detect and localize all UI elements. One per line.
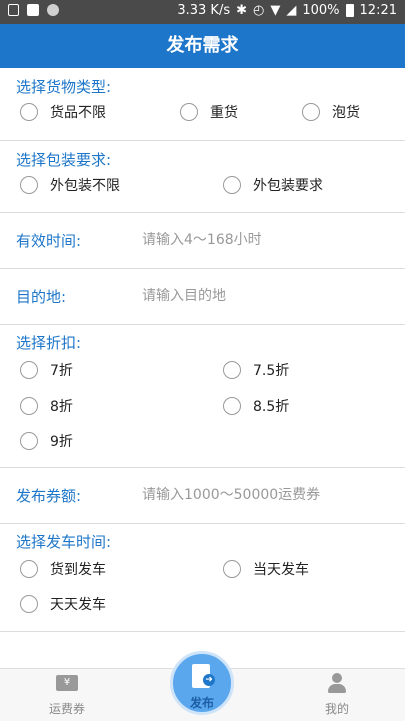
tab-mine-label: 我的: [324, 702, 349, 716]
battery-icon: [345, 4, 354, 17]
radio-discount-8-5[interactable]: 8.5折: [223, 396, 289, 416]
status-bar-right: 3.33 K/s ✱ ◴ ▼ ◢ 100% 12:21: [177, 3, 397, 18]
destination-input[interactable]: [142, 286, 382, 306]
radio-label: 外包装要求: [253, 178, 323, 194]
divider: [0, 631, 405, 632]
radio-circle[interactable]: [20, 432, 38, 450]
radio-label: 8折: [50, 399, 73, 415]
radio-label: 当天发车: [253, 562, 309, 578]
radio-circle[interactable]: [20, 595, 38, 613]
app-notification-icon: [47, 4, 59, 16]
person-icon-head: [332, 673, 342, 683]
radio-cargo-light[interactable]: 泡货: [302, 102, 360, 122]
bluetooth-icon: ✱: [236, 3, 248, 18]
publish-label: 发布: [189, 696, 214, 710]
radio-label: 天天发车: [50, 597, 106, 613]
status-bar: 3.33 K/s ✱ ◴ ▼ ◢ 100% 12:21: [0, 0, 405, 24]
network-speed: 3.33 K/s: [177, 3, 231, 18]
radio-circle[interactable]: [223, 397, 241, 415]
radio-circle[interactable]: [223, 560, 241, 578]
tab-coupon[interactable]: ¥ 运费券: [27, 669, 107, 721]
coupon-amount-label: 发布券额:: [16, 487, 82, 505]
status-bar-left: [8, 4, 59, 16]
radio-circle[interactable]: [20, 176, 38, 194]
radio-circle[interactable]: [302, 103, 320, 121]
divider: [0, 523, 405, 524]
signal-icon: ◢: [286, 3, 297, 18]
image-notification-icon: [27, 4, 39, 16]
radio-circle[interactable]: [180, 103, 198, 121]
radio-discount-7[interactable]: 7折: [20, 360, 73, 380]
radio-label: 外包装不限: [50, 178, 120, 194]
publish-button[interactable]: ➜ 发布: [170, 651, 234, 715]
radio-packaging-required[interactable]: 外包装要求: [223, 175, 323, 195]
coupon-amount-input[interactable]: [142, 485, 382, 505]
tab-mine[interactable]: 我的: [297, 669, 377, 721]
clock: 12:21: [359, 3, 397, 18]
radio-label: 9折: [50, 434, 73, 450]
radio-label: 重货: [210, 105, 238, 121]
radio-circle[interactable]: [20, 560, 38, 578]
radio-circle[interactable]: [20, 361, 38, 379]
radio-circle[interactable]: [20, 103, 38, 121]
person-icon-body: [328, 684, 346, 693]
packaging-title: 选择包装要求:: [16, 151, 112, 169]
radio-discount-7-5[interactable]: 7.5折: [223, 360, 289, 380]
radio-label: 泡货: [332, 105, 360, 121]
divider: [0, 140, 405, 141]
arrow-icon: ➜: [203, 674, 215, 686]
alarm-icon: ◴: [253, 3, 265, 18]
tab-coupon-label: 运费券: [48, 702, 85, 716]
battery-percent: 100%: [302, 3, 340, 18]
valid-time-input[interactable]: [142, 230, 382, 250]
person-icon: [328, 673, 346, 693]
radio-label: 7.5折: [253, 363, 290, 379]
radio-label: 8.5折: [253, 399, 290, 415]
valid-time-label: 有效时间:: [16, 232, 82, 250]
notification-icon: [8, 4, 19, 16]
page-title: 发布需求: [0, 24, 405, 68]
radio-label: 货品不限: [50, 105, 106, 121]
wifi-icon: ▼: [270, 3, 281, 18]
radio-departure-same-day[interactable]: 当天发车: [223, 559, 309, 579]
radio-circle[interactable]: [223, 176, 241, 194]
cargo-type-title: 选择货物类型:: [16, 78, 112, 96]
radio-cargo-heavy[interactable]: 重货: [180, 102, 238, 122]
divider: [0, 324, 405, 325]
radio-cargo-any[interactable]: 货品不限: [20, 102, 106, 122]
radio-discount-9[interactable]: 9折: [20, 431, 73, 451]
divider: [0, 268, 405, 269]
departure-time-title: 选择发车时间:: [16, 533, 112, 551]
divider: [0, 467, 405, 468]
radio-packaging-any[interactable]: 外包装不限: [20, 175, 120, 195]
divider: [0, 212, 405, 213]
radio-discount-8[interactable]: 8折: [20, 396, 73, 416]
radio-circle[interactable]: [223, 361, 241, 379]
destination-label: 目的地:: [16, 288, 67, 306]
radio-departure-daily[interactable]: 天天发车: [20, 594, 106, 614]
radio-circle[interactable]: [20, 397, 38, 415]
ticket-icon: ¥: [56, 675, 78, 691]
radio-label: 7折: [50, 363, 73, 379]
radio-label: 货到发车: [50, 562, 106, 578]
discount-title: 选择折扣:: [16, 334, 82, 352]
radio-departure-on-arrival[interactable]: 货到发车: [20, 559, 106, 579]
